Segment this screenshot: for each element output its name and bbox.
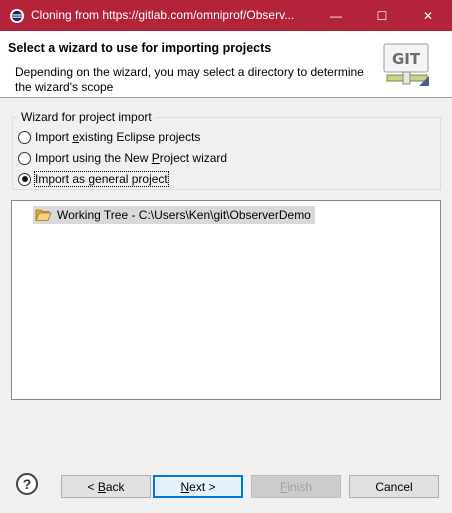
eclipse-app-icon (10, 9, 24, 23)
folder-open-icon (35, 209, 52, 221)
finish-button-label: Finish (279, 479, 313, 494)
wizard-title: Select a wizard to use for importing pro… (8, 41, 272, 55)
radio-import-existing-projects[interactable]: Import existing Eclipse projects (18, 128, 200, 146)
radio-label: Import using the New Project wizard (35, 151, 228, 165)
help-icon: ? (22, 476, 32, 492)
radio-new-project-wizard[interactable]: Import using the New Project wizard (18, 149, 227, 167)
cancel-button-label: Cancel (375, 479, 413, 494)
close-icon: ✕ (422, 8, 434, 23)
finish-button[interactable]: Finish (251, 475, 341, 498)
radio-button-selected[interactable] (18, 172, 31, 186)
project-tree[interactable]: Working Tree - C:\Users\Ken\git\Observer… (11, 200, 441, 400)
radio-button[interactable] (18, 130, 31, 144)
help-button[interactable]: ? (16, 473, 38, 495)
wizard-description: Depending on the wizard, you may select … (15, 65, 364, 94)
radio-label: Import existing Eclipse projects (35, 130, 201, 144)
minimize-icon: — (330, 8, 342, 23)
minimize-button[interactable]: — (313, 0, 359, 31)
git-logo-icon: GIT (383, 43, 429, 86)
back-button[interactable]: < Back (61, 475, 151, 498)
tree-item-label: Working Tree - C:\Users\Ken\git\Observer… (57, 208, 311, 222)
back-button-label: < Back (87, 479, 125, 494)
wizard-header: Select a wizard to use for importing pro… (0, 31, 452, 97)
maximize-icon: ☐ (376, 8, 388, 23)
git-logo-text: GIT (392, 50, 421, 68)
cancel-button[interactable]: Cancel (349, 475, 439, 498)
window-title: Cloning from https://gitlab.com/omniprof… (31, 8, 295, 22)
close-button[interactable]: ✕ (405, 0, 451, 31)
next-button-label: Next > (180, 479, 216, 494)
tree-item-working-tree[interactable]: Working Tree - C:\Users\Ken\git\Observer… (33, 206, 315, 224)
group-legend: Wizard for project import (18, 110, 155, 124)
radio-button[interactable] (18, 151, 31, 165)
next-button[interactable]: Next > (153, 475, 243, 498)
maximize-button[interactable]: ☐ (359, 0, 405, 31)
radio-general-project[interactable]: Import as general project (18, 170, 169, 188)
radio-label: Import as general project (34, 171, 169, 187)
title-bar[interactable]: Cloning from https://gitlab.com/omniprof… (0, 0, 452, 31)
